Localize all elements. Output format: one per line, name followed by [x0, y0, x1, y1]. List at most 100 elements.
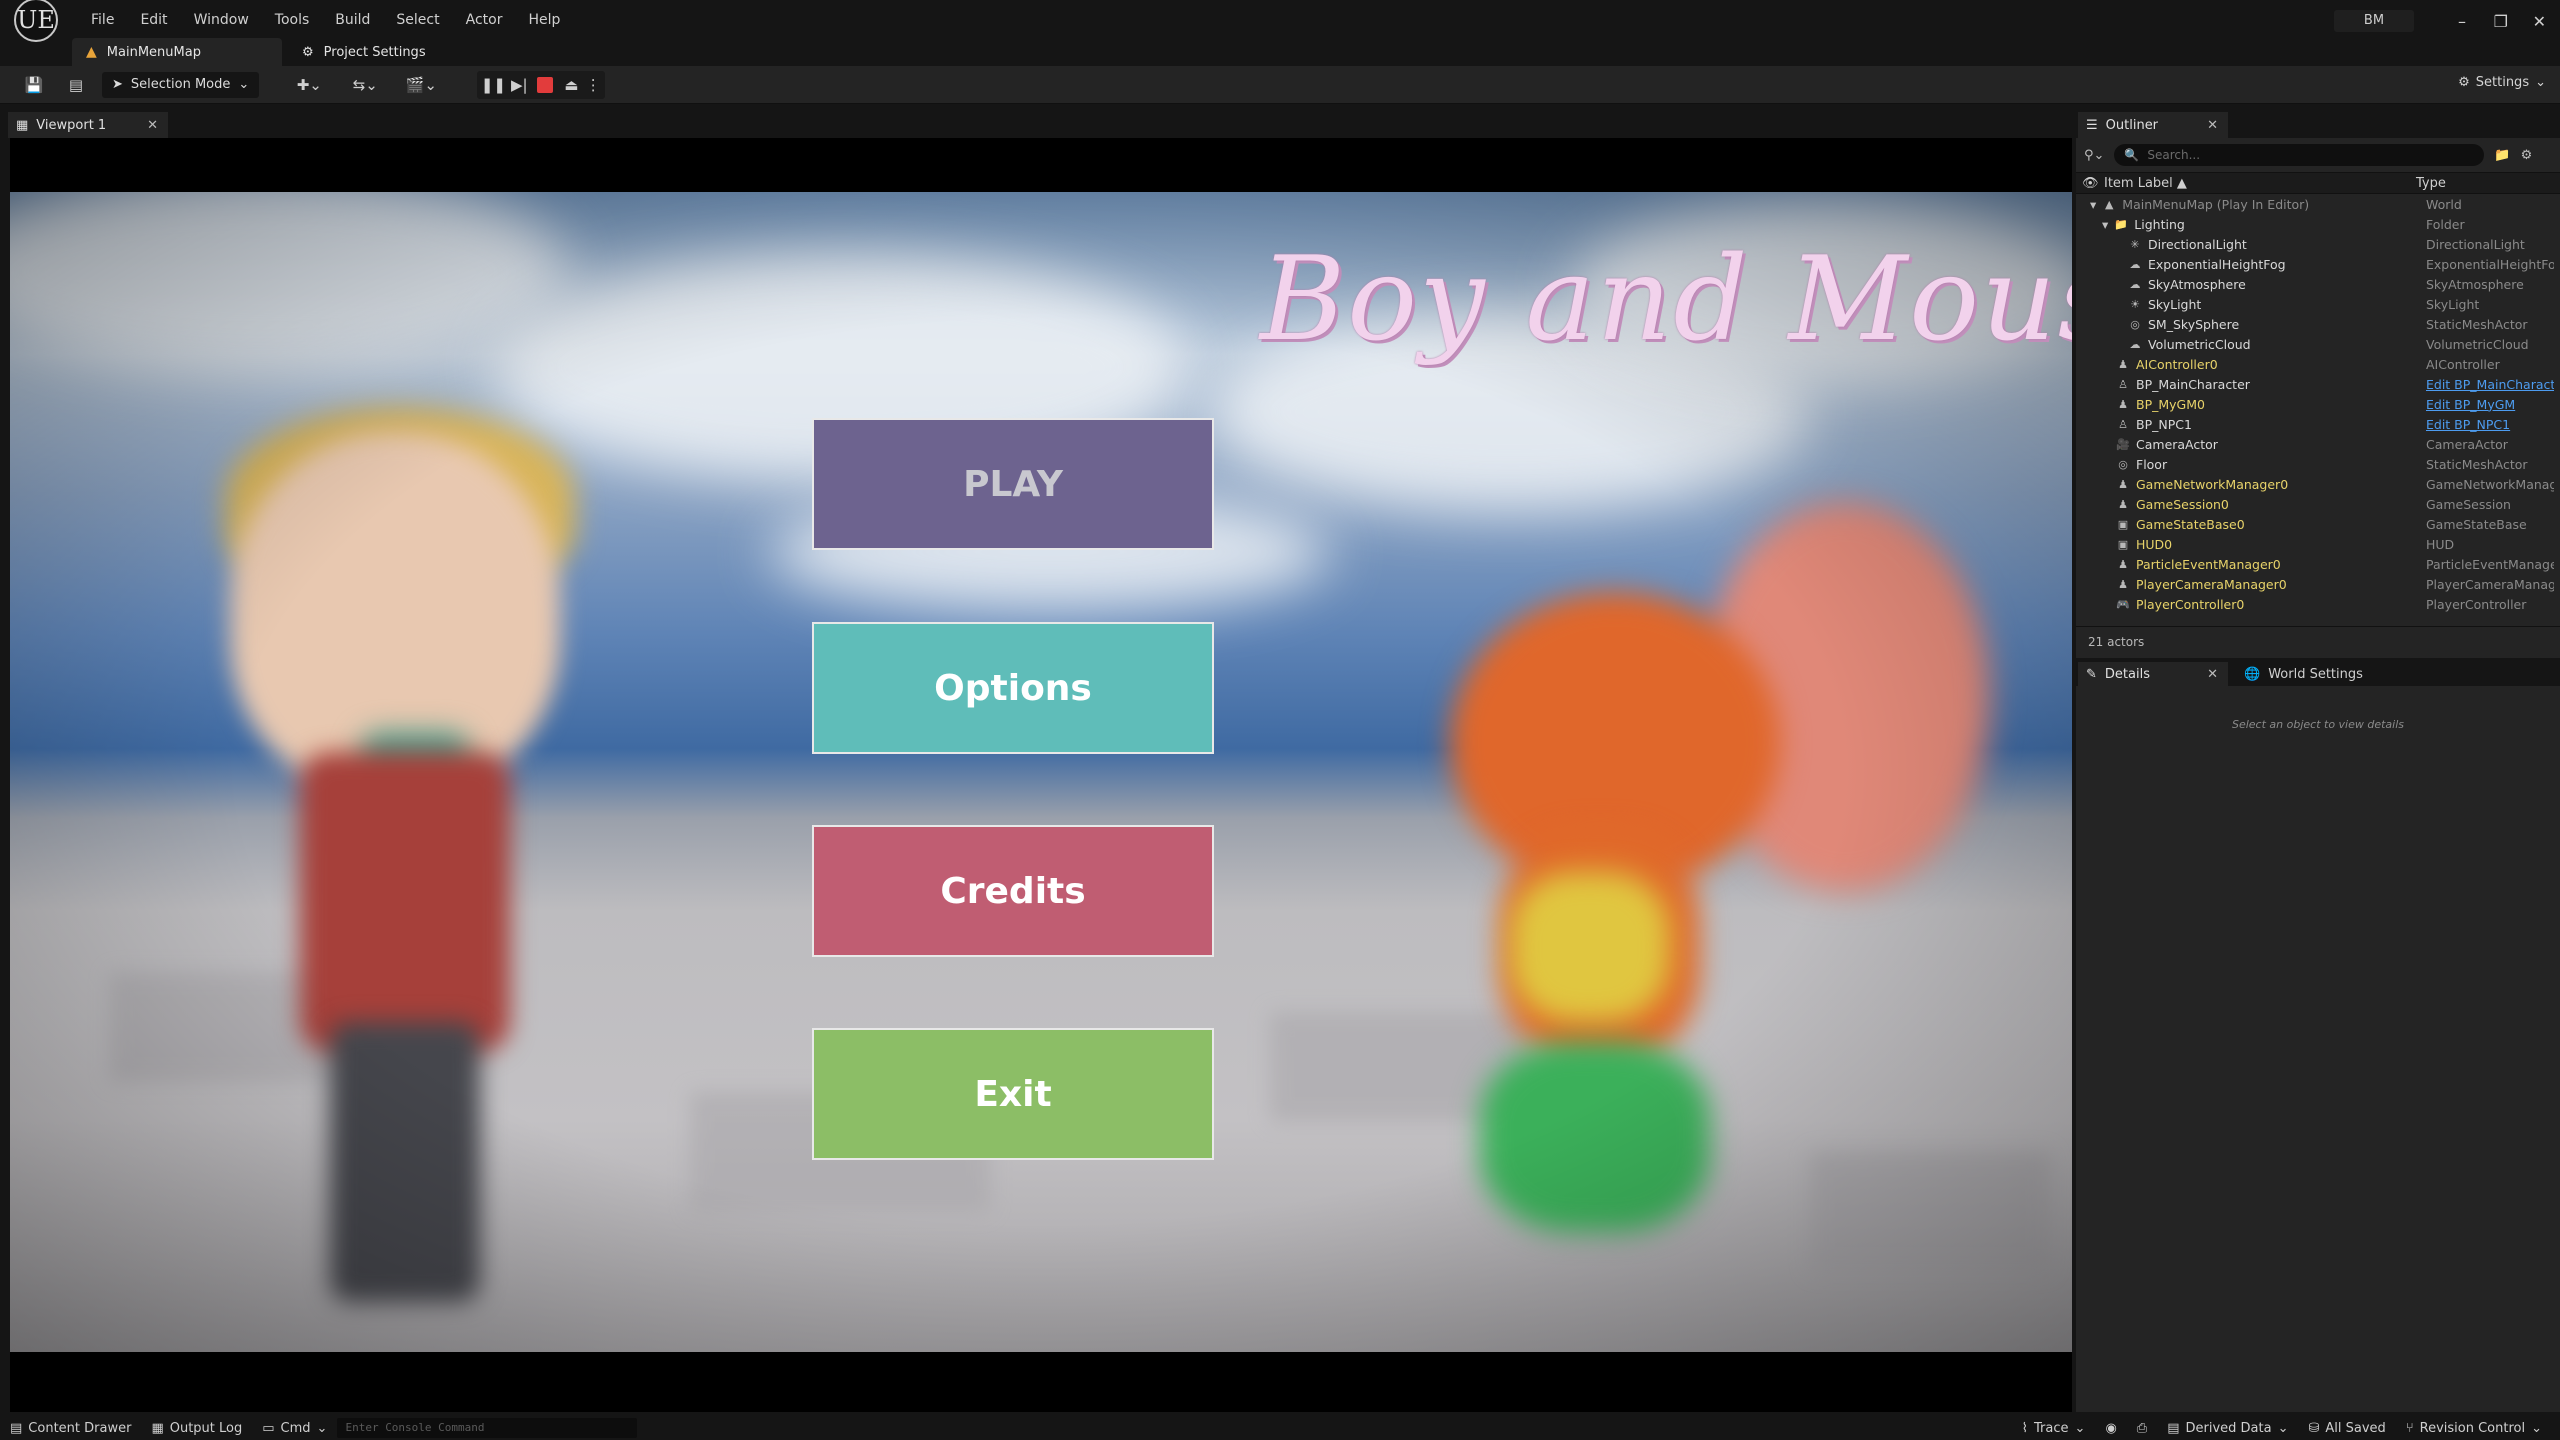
outliner-row[interactable]: ▾ ▲ MainMenuMap (Play In Editor) World	[2076, 194, 2560, 214]
outliner-row[interactable]: ▣ HUD0 HUD	[2076, 534, 2560, 554]
outliner-search-input[interactable]: 🔍 Search...	[2114, 144, 2485, 166]
outliner-header: 👁 Item Label ▲ Type	[2076, 172, 2560, 194]
menu-build[interactable]: Build	[322, 0, 383, 40]
outliner-row[interactable]: ☀ SkyLight SkyLight	[2076, 294, 2560, 314]
options-button[interactable]: Options	[812, 622, 1214, 754]
hud-icon: ▣	[2117, 537, 2129, 551]
outliner-row[interactable]: 🎥 CameraActor CameraActor	[2076, 434, 2560, 454]
expand-arrow-icon[interactable]: ▾	[2102, 217, 2108, 232]
minimize-icon[interactable]: –	[2458, 12, 2466, 31]
menu-select[interactable]: Select	[383, 0, 452, 40]
status-bar: ▤ Content Drawer ▦ Output Log ▭ Cmd ⌄ En…	[0, 1416, 2560, 1440]
outliner-settings-icon[interactable]: ⚙	[2521, 148, 2533, 163]
output-log-button[interactable]: ▦ Output Log	[141, 1416, 252, 1440]
cinematics-icon[interactable]: 🎬⌄	[401, 71, 441, 99]
viewport-tab-bar: ▦ Viewport 1 ✕	[8, 112, 2072, 138]
blueprints-icon[interactable]: ⇆⌄	[345, 71, 385, 99]
column-type[interactable]: Type	[2416, 176, 2446, 191]
revision-control-dropdown[interactable]: ⑂ Revision Control ⌄	[2396, 1416, 2552, 1440]
menu-window[interactable]: Window	[181, 0, 262, 40]
outliner-row[interactable]: ◎ SM_SkySphere StaticMeshActor	[2076, 314, 2560, 334]
expand-arrow-icon[interactable]: ▾	[2090, 197, 2096, 212]
settings-button[interactable]: ⚙ Settings ⌄	[2458, 75, 2546, 90]
atmosphere-icon: ☁	[2129, 277, 2141, 291]
add-folder-icon[interactable]: 📁	[2494, 148, 2510, 163]
all-saved-button[interactable]: ⛁ All Saved	[2298, 1416, 2395, 1440]
menu-help[interactable]: Help	[515, 0, 573, 40]
close-tab-icon[interactable]: ✕	[2207, 667, 2218, 682]
restore-icon[interactable]: ❐	[2494, 12, 2508, 31]
filter-icon[interactable]: ⚲⌄	[2084, 148, 2104, 163]
credits-button[interactable]: Credits	[812, 825, 1214, 957]
save-icon[interactable]: 💾	[22, 71, 46, 99]
outliner-row[interactable]: ☁ ExponentialHeightFog ExponentialHeightFo	[2076, 254, 2560, 274]
outliner-row[interactable]: ▾ 📁 Lighting Folder	[2076, 214, 2560, 234]
outliner-row[interactable]: ▣ GameStateBase0 GameStateBase	[2076, 514, 2560, 534]
tab-project-settings[interactable]: ⚙ Project Settings	[288, 38, 440, 66]
eject-icon[interactable]: ⏏	[561, 71, 581, 99]
document-tabs: ▲ MainMenuMap ⚙ Project Settings	[72, 38, 440, 66]
play-controls: ❚❚ ▶| ⏏ ⋮	[477, 70, 606, 99]
outliner-row[interactable]: ♟ ParticleEventManager0 ParticleEventManag…	[2076, 554, 2560, 574]
edit-blueprint-link[interactable]: Edit BP_MyGM	[2426, 397, 2554, 412]
menu-tools[interactable]: Tools	[262, 0, 323, 40]
trace-dropdown[interactable]: ⌇ Trace ⌄	[2012, 1416, 2096, 1440]
item-label: DirectionalLight	[2148, 236, 2247, 252]
tab-details[interactable]: ✎ Details ✕	[2078, 662, 2228, 686]
camera-icon[interactable]: ⎙	[2127, 1416, 2157, 1440]
item-label: MainMenuMap (Play In Editor)	[2122, 196, 2310, 212]
outliner-row[interactable]: ♙ BP_NPC1 Edit BP_NPC1	[2076, 414, 2560, 434]
viewport[interactable]: Boy and Mouse PLAY Options Credits Exit	[10, 138, 2072, 1412]
outliner-row[interactable]: 🎮 PlayerController0 PlayerController	[2076, 594, 2560, 614]
menu-actor[interactable]: Actor	[453, 0, 516, 40]
unreal-logo-icon[interactable]: UE	[14, 0, 58, 42]
selection-mode-dropdown[interactable]: ➤ Selection Mode ⌄	[102, 71, 260, 98]
derived-data-dropdown[interactable]: ▤ Derived Data ⌄	[2157, 1416, 2298, 1440]
outliner-row[interactable]: ♟ BP_MyGM0 Edit BP_MyGM	[2076, 394, 2560, 414]
visibility-eye-icon[interactable]: 👁	[2082, 176, 2099, 191]
play-button[interactable]: PLAY	[812, 418, 1214, 550]
outliner-row[interactable]: ♟ PlayerCameraManager0 PlayerCameraManag	[2076, 574, 2560, 594]
item-type: ExponentialHeightFo	[2426, 256, 2554, 272]
menu-file[interactable]: File	[78, 0, 127, 40]
add-actor-icon[interactable]: ✚⌄	[289, 71, 329, 99]
pause-icon[interactable]: ❚❚	[481, 71, 506, 99]
close-window-icon[interactable]: ✕	[2533, 12, 2546, 31]
edit-blueprint-link[interactable]: Edit BP_NPC1	[2426, 417, 2554, 432]
chevron-down-icon: ⌄	[2535, 75, 2546, 90]
tab-world-settings[interactable]: 🌐 World Settings	[2236, 662, 2371, 686]
chevron-down-icon: ⌄	[238, 77, 250, 92]
pawn-icon: ♙	[2118, 417, 2128, 431]
record-icon[interactable]: ◉	[2095, 1416, 2126, 1440]
outliner-row[interactable]: ◎ Floor StaticMeshActor	[2076, 454, 2560, 474]
stop-icon[interactable]	[535, 71, 555, 99]
content-browser-icon[interactable]: ▤	[64, 71, 88, 99]
outliner-row[interactable]: ♟ GameNetworkManager0 GameNetworkManag	[2076, 474, 2560, 494]
user-badge[interactable]: BM	[2334, 10, 2414, 32]
outliner-row[interactable]: ♙ BP_MainCharacter Edit BP_MainCharact	[2076, 374, 2560, 394]
item-label: PlayerController0	[2136, 596, 2245, 612]
close-tab-icon[interactable]: ✕	[2207, 118, 2218, 133]
menu-edit[interactable]: Edit	[127, 0, 180, 40]
light-icon: ✳	[2130, 237, 2140, 251]
column-item-label[interactable]: Item Label ▲	[2076, 176, 2416, 191]
outliner-row-label-cell: ♟ PlayerCameraManager0	[2076, 577, 2426, 592]
outliner-row[interactable]: ✳ DirectionalLight DirectionalLight	[2076, 234, 2560, 254]
tab-viewport-1[interactable]: ▦ Viewport 1 ✕	[8, 112, 168, 138]
content-drawer-button[interactable]: ▤ Content Drawer	[0, 1416, 141, 1440]
search-placeholder: Search...	[2147, 148, 2201, 162]
gear-icon: ⚙	[2458, 75, 2470, 90]
tab-outliner[interactable]: ☰ Outliner ✕	[2078, 112, 2228, 138]
tab-main-menu-map[interactable]: ▲ MainMenuMap	[72, 38, 282, 66]
cmd-dropdown[interactable]: ▭ Cmd ⌄	[252, 1416, 337, 1440]
close-tab-icon[interactable]: ✕	[147, 118, 158, 133]
edit-blueprint-link[interactable]: Edit BP_MainCharact	[2426, 377, 2554, 392]
outliner-row[interactable]: ☁ VolumetricCloud VolumetricCloud	[2076, 334, 2560, 354]
outliner-row[interactable]: ☁ SkyAtmosphere SkyAtmosphere	[2076, 274, 2560, 294]
exit-button[interactable]: Exit	[812, 1028, 1214, 1160]
outliner-row[interactable]: ♟ GameSession0 GameSession	[2076, 494, 2560, 514]
console-command-input[interactable]: Enter Console Command	[337, 1418, 638, 1438]
outliner-row[interactable]: ♟ AIController0 AIController	[2076, 354, 2560, 374]
more-options-icon[interactable]: ⋮	[586, 71, 601, 99]
frame-skip-icon[interactable]: ▶|	[509, 71, 529, 99]
